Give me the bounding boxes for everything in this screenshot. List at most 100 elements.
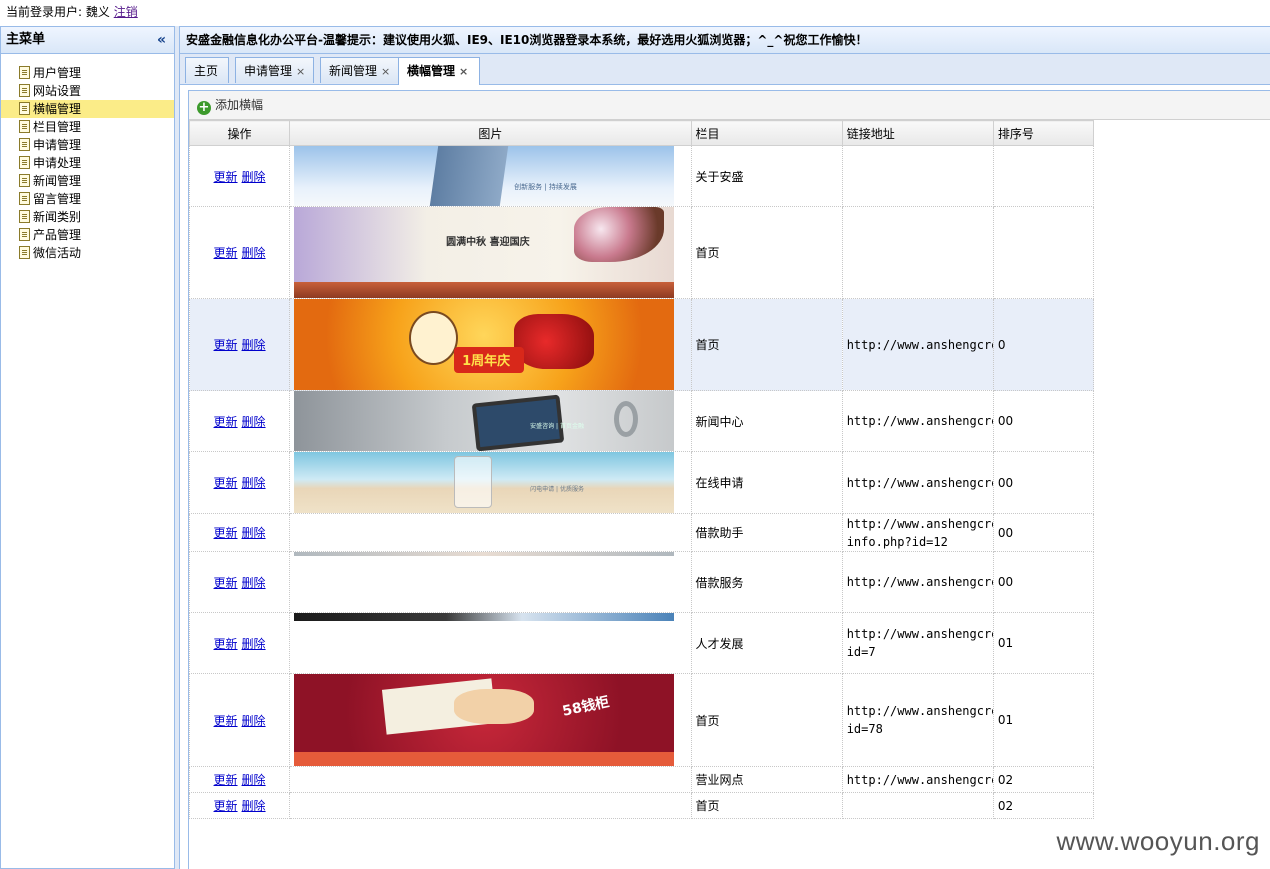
order-cell: 02 [992,792,1095,819]
table-row[interactable]: 更新删除 借款服务http://www.anshengcredit.00 [188,551,1095,613]
ops-cell: 更新 删除 [188,673,291,767]
update-link[interactable]: 更新 [214,246,238,260]
document-icon [19,174,30,187]
table-row[interactable]: 更新删除闪电申请 | 优质服务 在线申请http://www.anshengcre… [188,451,1095,514]
tab[interactable]: 新闻管理 × [320,57,400,83]
update-link[interactable]: 更新 [214,637,238,651]
order-cell: 00 [992,390,1095,452]
table-row[interactable]: 更新 删除 创新服务 | 持续发展 关于安盛 [188,145,1095,207]
sidebar-item[interactable]: 产品管理 [1,226,174,244]
delete-link[interactable]: 删除 [242,773,266,787]
banner-image [294,613,675,621]
column-cell: 在线申请 [690,451,843,514]
order-cell: 01 [992,612,1095,674]
tab-label: 新闻管理 [329,64,378,78]
sidebar-item[interactable]: 新闻管理 [1,172,174,190]
table-row[interactable]: 更新 删除 首页 02 [188,792,1095,819]
login-bar: 当前登录用户: 魏义 注销 [0,0,1270,24]
document-icon [19,120,30,133]
close-icon[interactable]: × [296,65,305,78]
document-icon [19,228,30,241]
column-cell: 借款服务 [690,551,843,613]
grid-toolbar: + 添加横幅 [189,91,1270,120]
sidebar-item-label: 新闻管理 [33,174,82,188]
delete-link[interactable]: 删除 [242,338,266,352]
image-cell [289,513,692,552]
order-cell: 01 [992,673,1095,767]
add-banner-button[interactable]: + 添加横幅 [197,98,263,115]
delete-link[interactable]: 删除 [242,576,266,590]
tab-label: 横幅管理 [407,64,456,78]
sidebar-item[interactable]: 申请管理 [1,136,174,154]
sidebar-item[interactable]: 网站设置 [1,82,174,100]
update-link[interactable]: 更新 [214,415,238,429]
column-header[interactable]: 栏目 [690,120,843,146]
table-row[interactable]: 更新 删除 圆满中秋 喜迎国庆 首页 [188,206,1095,299]
delete-link[interactable]: 删除 [242,799,266,813]
column-header[interactable]: 操作 [188,120,291,146]
watermark: www.wooyun.org [1056,826,1260,856]
login-user: 魏义 [85,5,110,19]
column-cell: 首页 [690,206,843,299]
table-row[interactable]: 更新删除 1周年庆 首页http://www.anshengcredit.0 [188,298,1095,391]
table-row[interactable]: 更新删除 人才发展http://www.anshengcredit. id=701 [188,612,1095,674]
update-link[interactable]: 更新 [214,526,238,540]
close-icon[interactable]: × [381,65,390,78]
link-cell: http://www.anshengcredit. [841,298,994,391]
sidebar-item[interactable]: 新闻类别 [1,208,174,226]
banner-text: 圆满中秋 喜迎国庆 [446,237,530,248]
delete-link[interactable]: 删除 [242,526,266,540]
ops-cell: 更新 删除 [188,792,291,819]
banner-text: 1周年庆 [462,354,511,369]
delete-link[interactable]: 删除 [242,415,266,429]
column-header[interactable]: 排序号 [992,120,1095,146]
table-header: 操作 图片 栏目 链接地址 排序号 [188,120,1095,146]
logout-link[interactable]: 注销 [114,5,138,19]
sidebar-item[interactable]: 栏目管理 [1,118,174,136]
update-link[interactable]: 更新 [214,714,238,728]
document-icon [19,138,30,151]
sidebar-item-label: 申请管理 [33,138,82,152]
column-cell: 营业网点 [690,766,843,793]
banner-image: 圆满中秋 喜迎国庆 [294,207,675,298]
link-cell: http://www.anshengcredit. id=78 [841,673,994,767]
column-header[interactable]: 链接地址 [841,120,994,146]
sidebar-item[interactable]: 申请处理 [1,154,174,172]
delete-link[interactable]: 删除 [242,170,266,184]
banner-text: 创新服务 | 持续发展 [514,183,577,191]
image-cell: 58钱柜 [289,673,692,767]
sidebar-item[interactable]: 横幅管理 [1,100,174,118]
column-cell: 借款助手 [690,513,843,552]
link-cell: http://www.anshengcredit. [841,451,994,514]
delete-link[interactable]: 删除 [242,714,266,728]
tab[interactable]: 主页 [185,57,229,83]
sidebar-item[interactable]: 微信活动 [1,244,174,262]
close-icon[interactable]: × [459,65,468,78]
update-link[interactable]: 更新 [214,338,238,352]
update-link[interactable]: 更新 [214,773,238,787]
link-cell [841,792,994,819]
banner-image: 创新服务 | 持续发展 [294,146,675,206]
column-header[interactable]: 图片 [289,120,692,146]
tab[interactable]: 申请管理 × [235,57,315,83]
collapse-icon[interactable]: « [157,27,166,53]
table-row[interactable]: 更新删除 58钱柜 首页http://www.anshengcredit. id=7… [188,673,1095,767]
delete-link[interactable]: 删除 [242,246,266,260]
update-link[interactable]: 更新 [214,476,238,490]
update-link[interactable]: 更新 [214,576,238,590]
plus-icon: + [197,100,211,115]
update-link[interactable]: 更新 [214,799,238,813]
sidebar-item-label: 产品管理 [33,228,82,242]
column-cell: 首页 [690,298,843,391]
banner-text: 安盛咨询 | 首页金融 [530,423,584,430]
table-row[interactable]: 更新删除安盛咨询 | 首页金融 新闻中心http://www.anshengcre… [188,390,1095,452]
table-row[interactable]: 更新删除 借款助手http://www.anshengcredit. info.p… [188,513,1095,552]
order-cell: 00 [992,551,1095,613]
tab[interactable]: 横幅管理 × [398,57,480,85]
sidebar-item[interactable]: 用户管理 [1,64,174,82]
update-link[interactable]: 更新 [214,170,238,184]
table-row[interactable]: 更新删除 营业网点http://www.anshengcredit.02 [188,766,1095,793]
delete-link[interactable]: 删除 [242,476,266,490]
sidebar-item[interactable]: 留言管理 [1,190,174,208]
delete-link[interactable]: 删除 [242,637,266,651]
